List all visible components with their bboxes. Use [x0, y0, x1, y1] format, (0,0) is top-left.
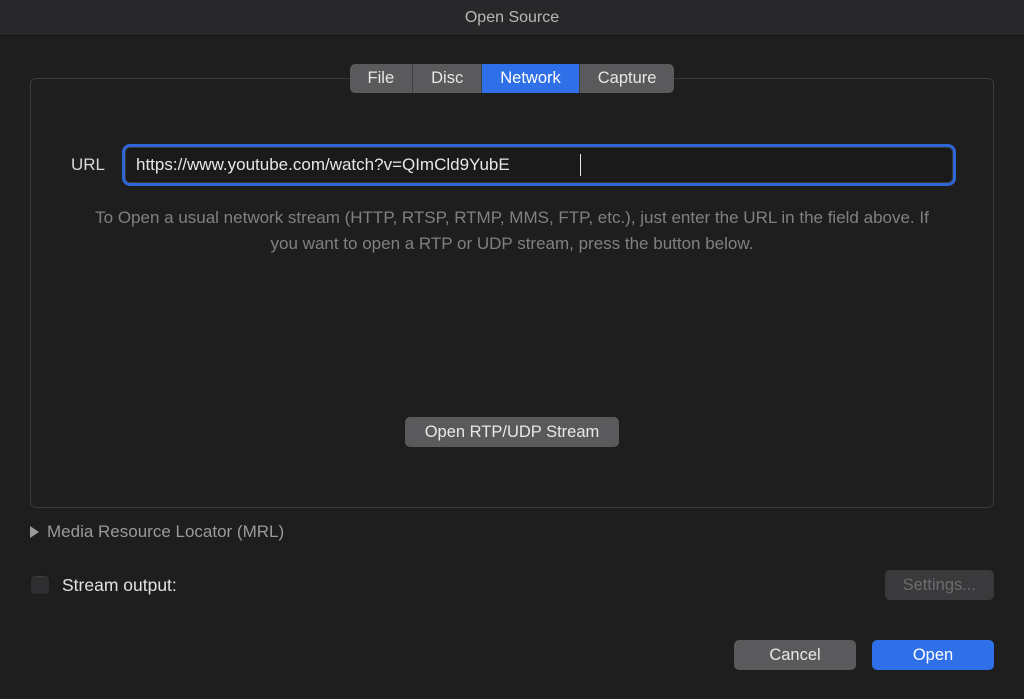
settings-button: Settings...	[885, 570, 994, 600]
tab-disc[interactable]: Disc	[413, 64, 482, 93]
open-rtp-udp-button[interactable]: Open RTP/UDP Stream	[405, 417, 620, 447]
url-input[interactable]	[125, 147, 953, 183]
url-label: URL	[71, 155, 111, 175]
tab-file[interactable]: File	[350, 64, 414, 93]
mrl-disclosure[interactable]: Media Resource Locator (MRL)	[30, 522, 994, 542]
source-tabs: File Disc Network Capture	[350, 64, 675, 93]
mrl-label: Media Resource Locator (MRL)	[47, 522, 284, 542]
stream-output-label: Stream output:	[62, 575, 177, 596]
tab-network[interactable]: Network	[482, 64, 580, 93]
text-cursor	[580, 154, 581, 176]
window-title: Open Source	[465, 9, 559, 27]
network-panel: URL To Open a usual network stream (HTTP…	[30, 78, 994, 508]
tab-capture[interactable]: Capture	[580, 64, 675, 93]
open-button[interactable]: Open	[872, 640, 994, 670]
disclosure-triangle-icon	[30, 526, 39, 538]
help-text: To Open a usual network stream (HTTP, RT…	[71, 205, 953, 256]
url-input-wrap	[125, 147, 953, 183]
cancel-button[interactable]: Cancel	[734, 640, 856, 670]
stream-output-checkbox[interactable]	[30, 575, 50, 595]
title-bar: Open Source	[0, 0, 1024, 36]
